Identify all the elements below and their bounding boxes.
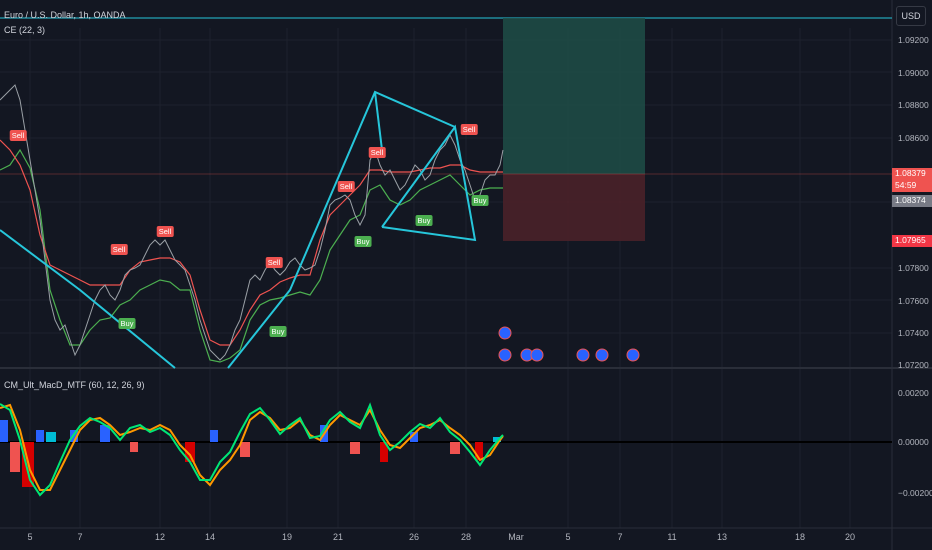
sell-signal: Sell [265, 257, 283, 268]
price-label: 1.07400 [898, 328, 929, 338]
buy-signal: Buy [354, 236, 372, 247]
time-label: 20 [844, 532, 856, 542]
indicator-macd-label[interactable]: CM_Ult_MacD_MTF (60, 12, 26, 9) [4, 380, 145, 390]
event-icons [498, 326, 640, 362]
time-label: 14 [204, 532, 216, 542]
time-label: 5 [27, 532, 33, 542]
time-label: 19 [281, 532, 293, 542]
buy-signal: Buy [269, 326, 287, 337]
countdown-tag: 54:59 [892, 180, 932, 192]
buy-signal: Buy [415, 215, 433, 226]
price-label: 1.07200 [898, 360, 929, 370]
sell-signal: Sell [156, 226, 174, 237]
price-label: 1.09200 [898, 35, 929, 45]
sell-signal: Sell [368, 147, 386, 158]
macd-axis-label: 0.00200 [898, 388, 929, 398]
time-label: 7 [617, 532, 623, 542]
time-label: 26 [408, 532, 420, 542]
macd-axis-label: −0.00200 [898, 488, 932, 498]
currency-button[interactable]: USD [896, 6, 926, 26]
price-label: 1.09000 [898, 68, 929, 78]
time-label: 13 [716, 532, 728, 542]
indicator-ce-label[interactable]: CE (22, 3) [4, 25, 45, 35]
macd-histogram [0, 420, 501, 487]
sell-signal: Sell [9, 130, 27, 141]
time-label: 11 [667, 532, 677, 542]
buy-signal: Buy [471, 195, 489, 206]
target-zone [503, 18, 645, 174]
sell-signal: Sell [460, 124, 478, 135]
stop-zone [503, 174, 645, 241]
price-label: 1.08600 [898, 133, 929, 143]
buy-signal: Buy [118, 318, 136, 329]
price-label: 1.07600 [898, 296, 929, 306]
time-label: 28 [460, 532, 472, 542]
time-label: 21 [332, 532, 344, 542]
stop-level-tag: 1.07965 [892, 235, 932, 247]
macd-axis-label: 0.00000 [898, 437, 929, 447]
last-price-tag: 1.08379 [892, 168, 932, 180]
time-label: 7 [77, 532, 83, 542]
symbol-title[interactable]: Euro / U.S. Dollar, 1h, OANDA [4, 10, 126, 20]
sell-signal: Sell [337, 181, 355, 192]
price-label: 1.08800 [898, 100, 929, 110]
ce-level-tag: 1.08374 [892, 195, 932, 207]
sell-signal: Sell [110, 244, 128, 255]
time-label: 18 [794, 532, 806, 542]
price-label: 1.07800 [898, 263, 929, 273]
chart-canvas[interactable] [0, 0, 932, 550]
time-label: 12 [154, 532, 166, 542]
time-label: Mar [508, 532, 524, 542]
time-label: 5 [565, 532, 571, 542]
